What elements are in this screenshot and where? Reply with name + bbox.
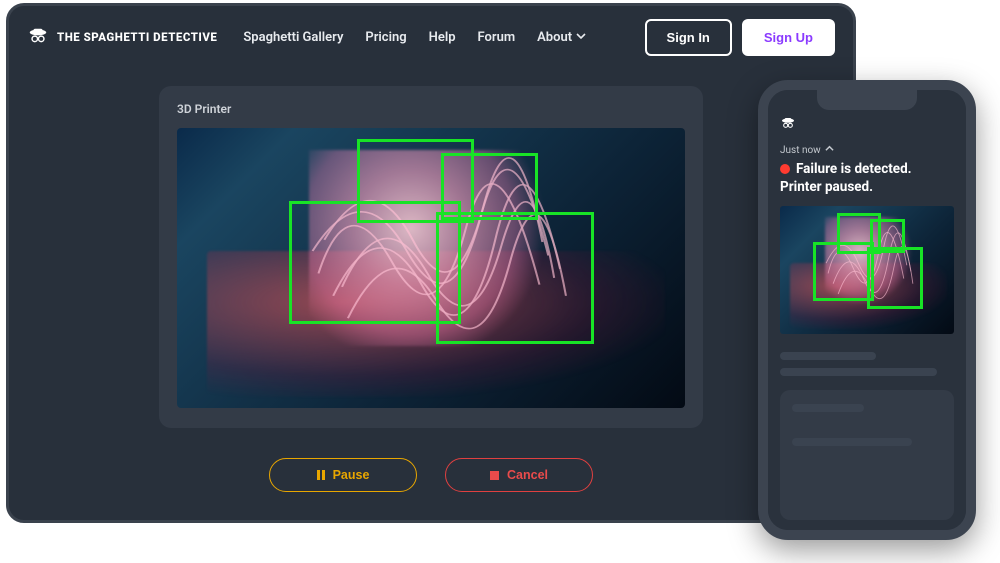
chevron-down-icon (576, 30, 586, 45)
printer-card: 3D Printer (159, 86, 703, 428)
skeleton-line (792, 404, 864, 412)
printer-actions: Pause Cancel (9, 458, 853, 492)
phone-camera-feed (780, 206, 954, 334)
phone-notch (817, 90, 917, 110)
chevron-up-icon (825, 144, 834, 156)
nav-links: Spaghetti Gallery Pricing Help Forum Abo… (243, 30, 586, 45)
nav-help[interactable]: Help (429, 30, 456, 45)
brand-name: THE SPAGHETTI DETECTIVE (57, 30, 217, 44)
detective-icon (780, 116, 796, 132)
status-dot-icon (780, 164, 790, 174)
alert-message: Failure is detected. Printer paused. (780, 160, 954, 196)
skeleton-lines (780, 352, 954, 376)
signup-button[interactable]: Sign Up (742, 19, 835, 56)
detective-icon (27, 26, 49, 48)
printer-title: 3D Printer (177, 102, 685, 116)
pause-icon (317, 470, 325, 480)
nav-forum[interactable]: Forum (478, 30, 516, 45)
desktop-window: THE SPAGHETTI DETECTIVE Spaghetti Galler… (6, 3, 856, 523)
nav-actions: Sign In Sign Up (645, 19, 835, 56)
skeleton-line (780, 368, 937, 376)
detection-box (436, 212, 593, 344)
phone-screen: Just now Failure is detected. Printer pa… (768, 90, 966, 530)
nav-pricing[interactable]: Pricing (365, 30, 406, 45)
top-navbar: THE SPAGHETTI DETECTIVE Spaghetti Galler… (9, 6, 853, 68)
cancel-button[interactable]: Cancel (445, 458, 593, 492)
camera-feed (177, 128, 685, 408)
stop-icon (490, 471, 499, 480)
skeleton-line (792, 438, 912, 446)
brand-logo[interactable]: THE SPAGHETTI DETECTIVE (27, 26, 217, 48)
nav-about[interactable]: About (537, 30, 586, 45)
pause-button[interactable]: Pause (269, 458, 417, 492)
detection-box (867, 247, 923, 308)
skeleton-card (780, 390, 954, 520)
nav-gallery[interactable]: Spaghetti Gallery (243, 30, 343, 45)
detection-box (813, 242, 874, 301)
signin-button[interactable]: Sign In (645, 19, 732, 56)
skeleton-line (780, 352, 876, 360)
notification-time[interactable]: Just now (780, 144, 954, 156)
phone-mockup: Just now Failure is detected. Printer pa… (758, 80, 976, 540)
